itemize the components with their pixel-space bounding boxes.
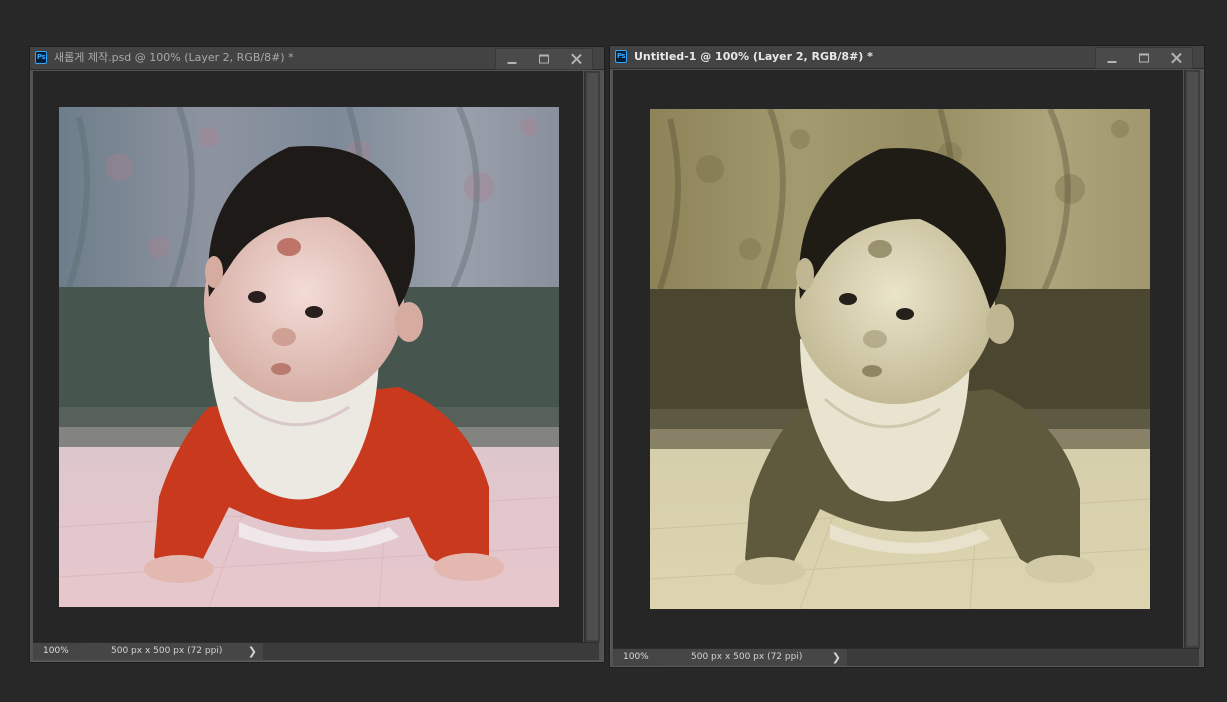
maximize-icon [539,54,549,64]
canvas-area[interactable] [613,70,1183,648]
vertical-scrollbar[interactable] [1184,70,1200,648]
minimize-icon [1107,61,1117,63]
zoom-level-field[interactable]: 100% [613,649,661,666]
window-controls [1095,47,1193,69]
document-dimensions: 500 px x 500 px (72 ppi) [691,652,803,662]
close-icon [571,54,582,65]
maximize-icon [1139,53,1149,63]
scrollbar-thumb[interactable] [587,73,598,640]
status-bar: 100% 500 px x 500 px (72 ppi) ❯ [613,648,1199,666]
document-title: 새롭게 제작.psd @ 100% (Layer 2, RGB/8#) * [54,51,294,64]
baby-photo-sepia [650,109,1150,609]
document-info[interactable]: 500 px x 500 px (72 ppi) ❯ [661,649,847,666]
zoom-level-field[interactable]: 100% [33,643,81,660]
layer-image-sepia[interactable] [650,109,1150,609]
document-window-1[interactable]: Ps 새롭게 제작.psd @ 100% (Layer 2, RGB/8#) * [29,46,605,663]
document-tab-1[interactable]: Ps 새롭게 제작.psd @ 100% (Layer 2, RGB/8#) * [30,47,604,70]
baby-photo-color [59,107,559,607]
scrollbar-thumb[interactable] [1187,72,1198,646]
document-window-2[interactable]: Ps Untitled-1 @ 100% (Layer 2, RGB/8#) * [609,45,1205,668]
document-dimensions: 500 px x 500 px (72 ppi) [111,646,223,656]
canvas-area[interactable] [33,71,583,642]
minimize-button[interactable] [1096,48,1128,68]
minimize-icon [507,62,517,64]
layer-image-color[interactable] [59,107,559,607]
maximize-button[interactable] [1128,48,1160,68]
document-tab-2[interactable]: Ps Untitled-1 @ 100% (Layer 2, RGB/8#) * [610,46,1204,69]
document-info[interactable]: 500 px x 500 px (72 ppi) ❯ [81,643,263,660]
minimize-button[interactable] [496,49,528,69]
status-bar: 100% 500 px x 500 px (72 ppi) ❯ [33,642,599,660]
vertical-scrollbar[interactable] [584,71,600,642]
maximize-button[interactable] [528,49,560,69]
close-icon [1171,53,1182,64]
document-title: Untitled-1 @ 100% (Layer 2, RGB/8#) * [634,50,873,63]
chevron-right-icon[interactable]: ❯ [248,643,257,660]
chevron-right-icon[interactable]: ❯ [832,649,841,666]
close-button[interactable] [560,49,592,69]
photoshop-doc-icon: Ps [35,51,47,64]
close-button[interactable] [1160,48,1192,68]
window-controls [495,48,593,70]
photoshop-doc-icon: Ps [615,50,627,63]
